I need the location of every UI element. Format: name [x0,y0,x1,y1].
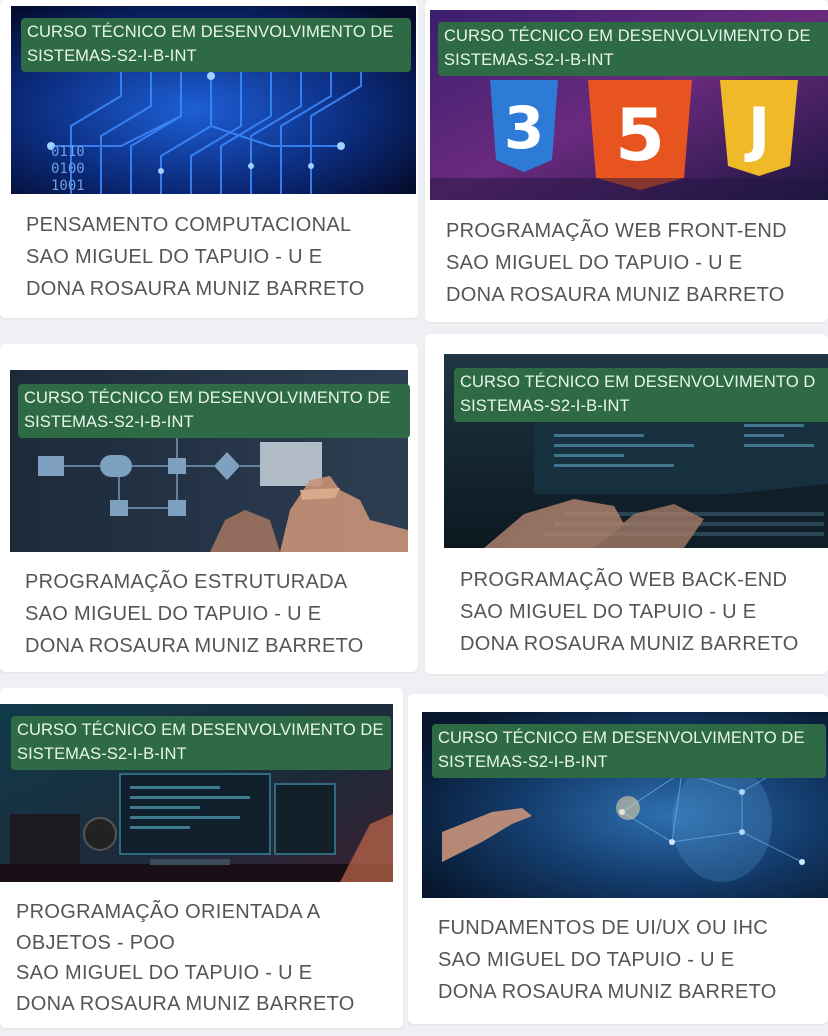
course-title: OBJETOS - POO [16,931,176,954]
school-name: DONA ROSAURA MUNIZ BARRETO [446,284,785,306]
course-card-orientada-a-objetos[interactable]: CURSO TÉCNICO EM DESENVOLVIMENTO DE SIST… [0,688,403,1028]
course-info: PENSAMENTO COMPUTACIONAL SAO MIGUEL DO T… [26,209,418,305]
course-category-badge: CURSO TÉCNICO EM DESENVOLVIMENTO DE SIST… [432,724,826,778]
course-card-pensamento-computacional[interactable]: 0110 0100 1001 CURSO TÉCNICO EM DESENVOL… [0,0,418,318]
course-info: PROGRAMAÇÃO WEB BACK-END SAO MIGUEL DO T… [460,564,828,660]
school-name: SAO MIGUEL DO TAPUIO - U E [460,601,757,623]
html-logo-glyph: 5 [615,93,665,177]
course-category-badge: CURSO TÉCNICO EM DESENVOLVIMENTO DE SIST… [438,22,828,76]
course-title: FUNDAMENTOS DE UI/UX OU IHC [438,917,768,939]
school-name: DONA ROSAURA MUNIZ BARRETO [25,635,364,657]
course-category-badge: CURSO TÉCNICO EM DESENVOLVIMENTO DE SIST… [21,18,411,72]
course-card-programacao-estruturada[interactable]: CURSO TÉCNICO EM DESENVOLVIMENTO DE SIST… [0,344,418,672]
school-name: DONA ROSAURA MUNIZ BARRETO [460,633,799,655]
course-info: FUNDAMENTOS DE UI/UX OU IHC SAO MIGUEL D… [438,912,828,1008]
school-name: SAO MIGUEL DO TAPUIO - U E [446,252,743,274]
school-name: DONA ROSAURA MUNIZ BARRETO [26,278,365,300]
school-name: SAO MIGUEL DO TAPUIO - U E [438,949,735,971]
binary-text: 0110 [51,144,85,160]
course-card-ui-ux-ihc[interactable]: CURSO TÉCNICO EM DESENVOLVIMENTO DE SIST… [408,694,828,1024]
course-title: PROGRAMAÇÃO WEB BACK-END [460,569,788,591]
school-name: DONA ROSAURA MUNIZ BARRETO [16,992,355,1015]
course-card-web-front-end[interactable]: 3 5 J CURSO TÉCNICO EM DESENVOLVIMENTO D… [425,0,828,322]
course-title: PROGRAMAÇÃO WEB FRONT-END [446,220,787,242]
course-info: PROGRAMAÇÃO ORIENTADA A OBJETOS - POO SA… [16,897,403,1019]
course-info: PROGRAMAÇÃO WEB FRONT-END SAO MIGUEL DO … [446,215,828,311]
course-title: PENSAMENTO COMPUTACIONAL [26,214,352,236]
school-name: SAO MIGUEL DO TAPUIO - U E [26,246,323,268]
course-category-badge: CURSO TÉCNICO EM DESENVOLVIMENTO DE SIST… [11,716,391,770]
css-logo-glyph: 3 [504,94,544,162]
school-name: SAO MIGUEL DO TAPUIO - U E [25,603,322,625]
course-title: PROGRAMAÇÃO ORIENTADA A [16,901,321,923]
school-name: SAO MIGUEL DO TAPUIO - U E [16,962,313,984]
course-title: PROGRAMAÇÃO ESTRUTURADA [25,571,348,593]
school-name: DONA ROSAURA MUNIZ BARRETO [438,981,777,1003]
svg-text:1001: 1001 [51,178,85,194]
course-info: PROGRAMAÇÃO ESTRUTURADA SAO MIGUEL DO TA… [25,566,418,662]
js-logo-glyph: J [744,95,770,165]
course-category-badge: CURSO TÉCNICO EM DESENVOLVIMENTO D SISTE… [454,368,828,422]
course-card-web-back-end[interactable]: CURSO TÉCNICO EM DESENVOLVIMENTO D SISTE… [425,334,828,674]
course-category-badge: CURSO TÉCNICO EM DESENVOLVIMENTO DE SIST… [18,384,410,438]
svg-text:0100: 0100 [51,161,85,177]
